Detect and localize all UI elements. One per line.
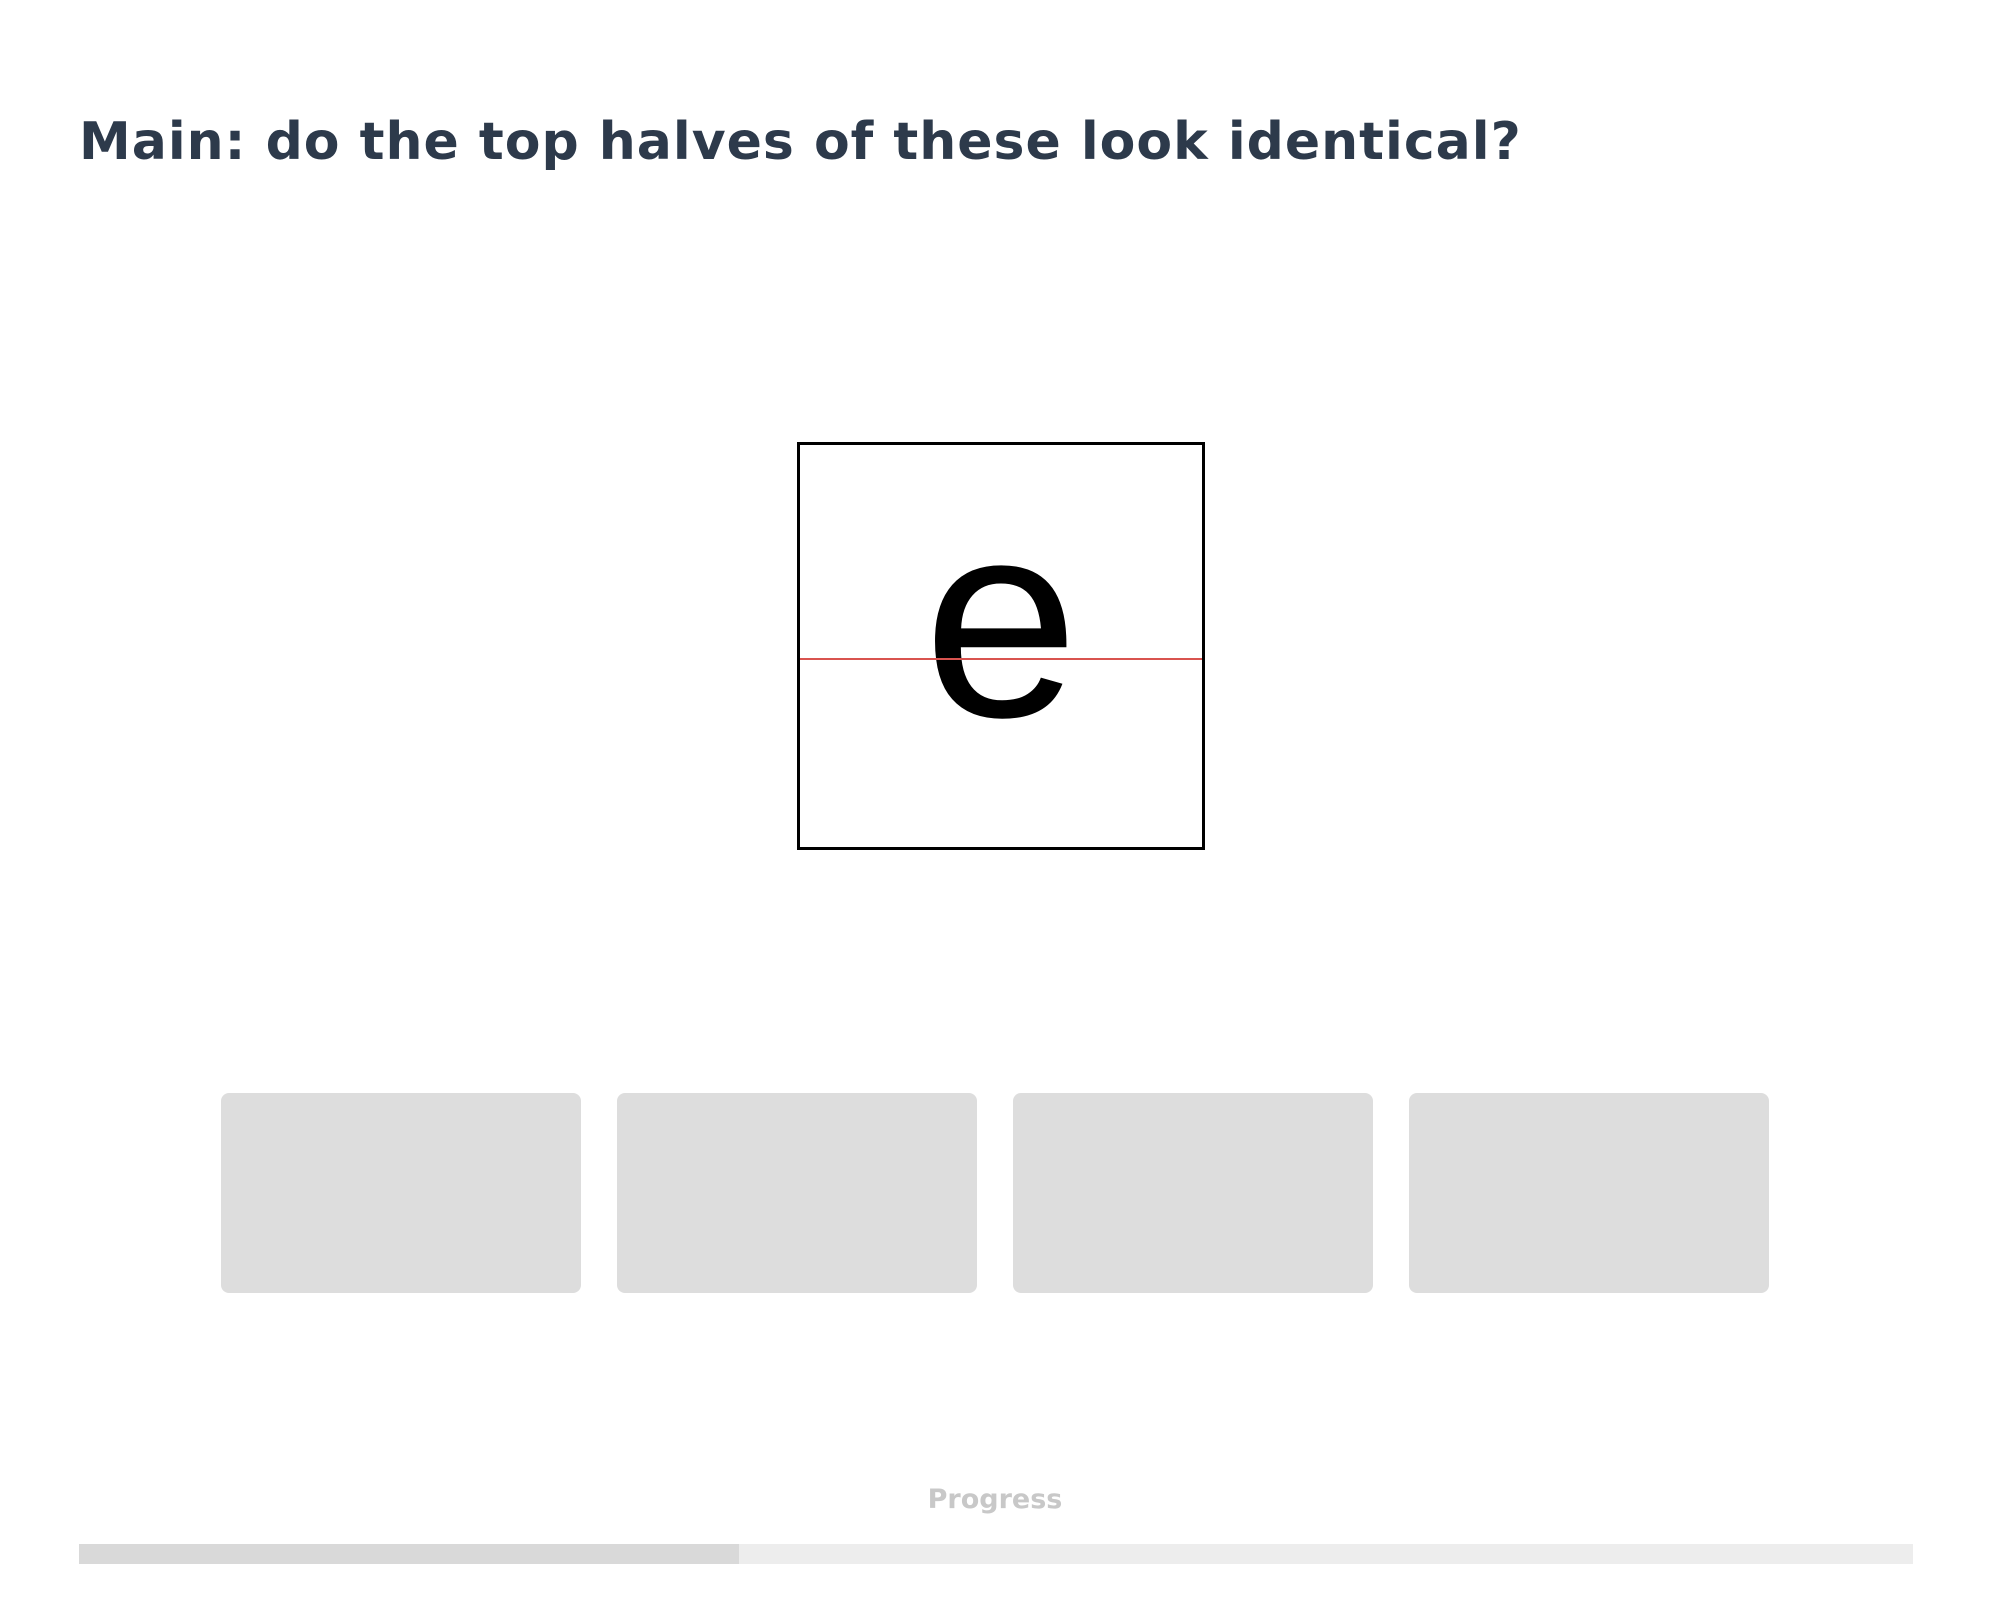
progress-bar bbox=[79, 1544, 1913, 1564]
choice-row bbox=[221, 1093, 1771, 1293]
question-title: Main: do the top halves of these look id… bbox=[79, 112, 1522, 172]
progress-bar-fill bbox=[79, 1544, 740, 1564]
choice-button-1[interactable] bbox=[221, 1093, 581, 1293]
choice-button-4[interactable] bbox=[1409, 1093, 1769, 1293]
stimulus-box: e bbox=[797, 442, 1205, 850]
stimulus-midline bbox=[800, 658, 1202, 660]
choice-button-2[interactable] bbox=[617, 1093, 977, 1293]
stimulus-glyph: e bbox=[923, 464, 1079, 776]
choice-button-3[interactable] bbox=[1013, 1093, 1373, 1293]
progress-label: Progress bbox=[927, 1484, 1063, 1515]
